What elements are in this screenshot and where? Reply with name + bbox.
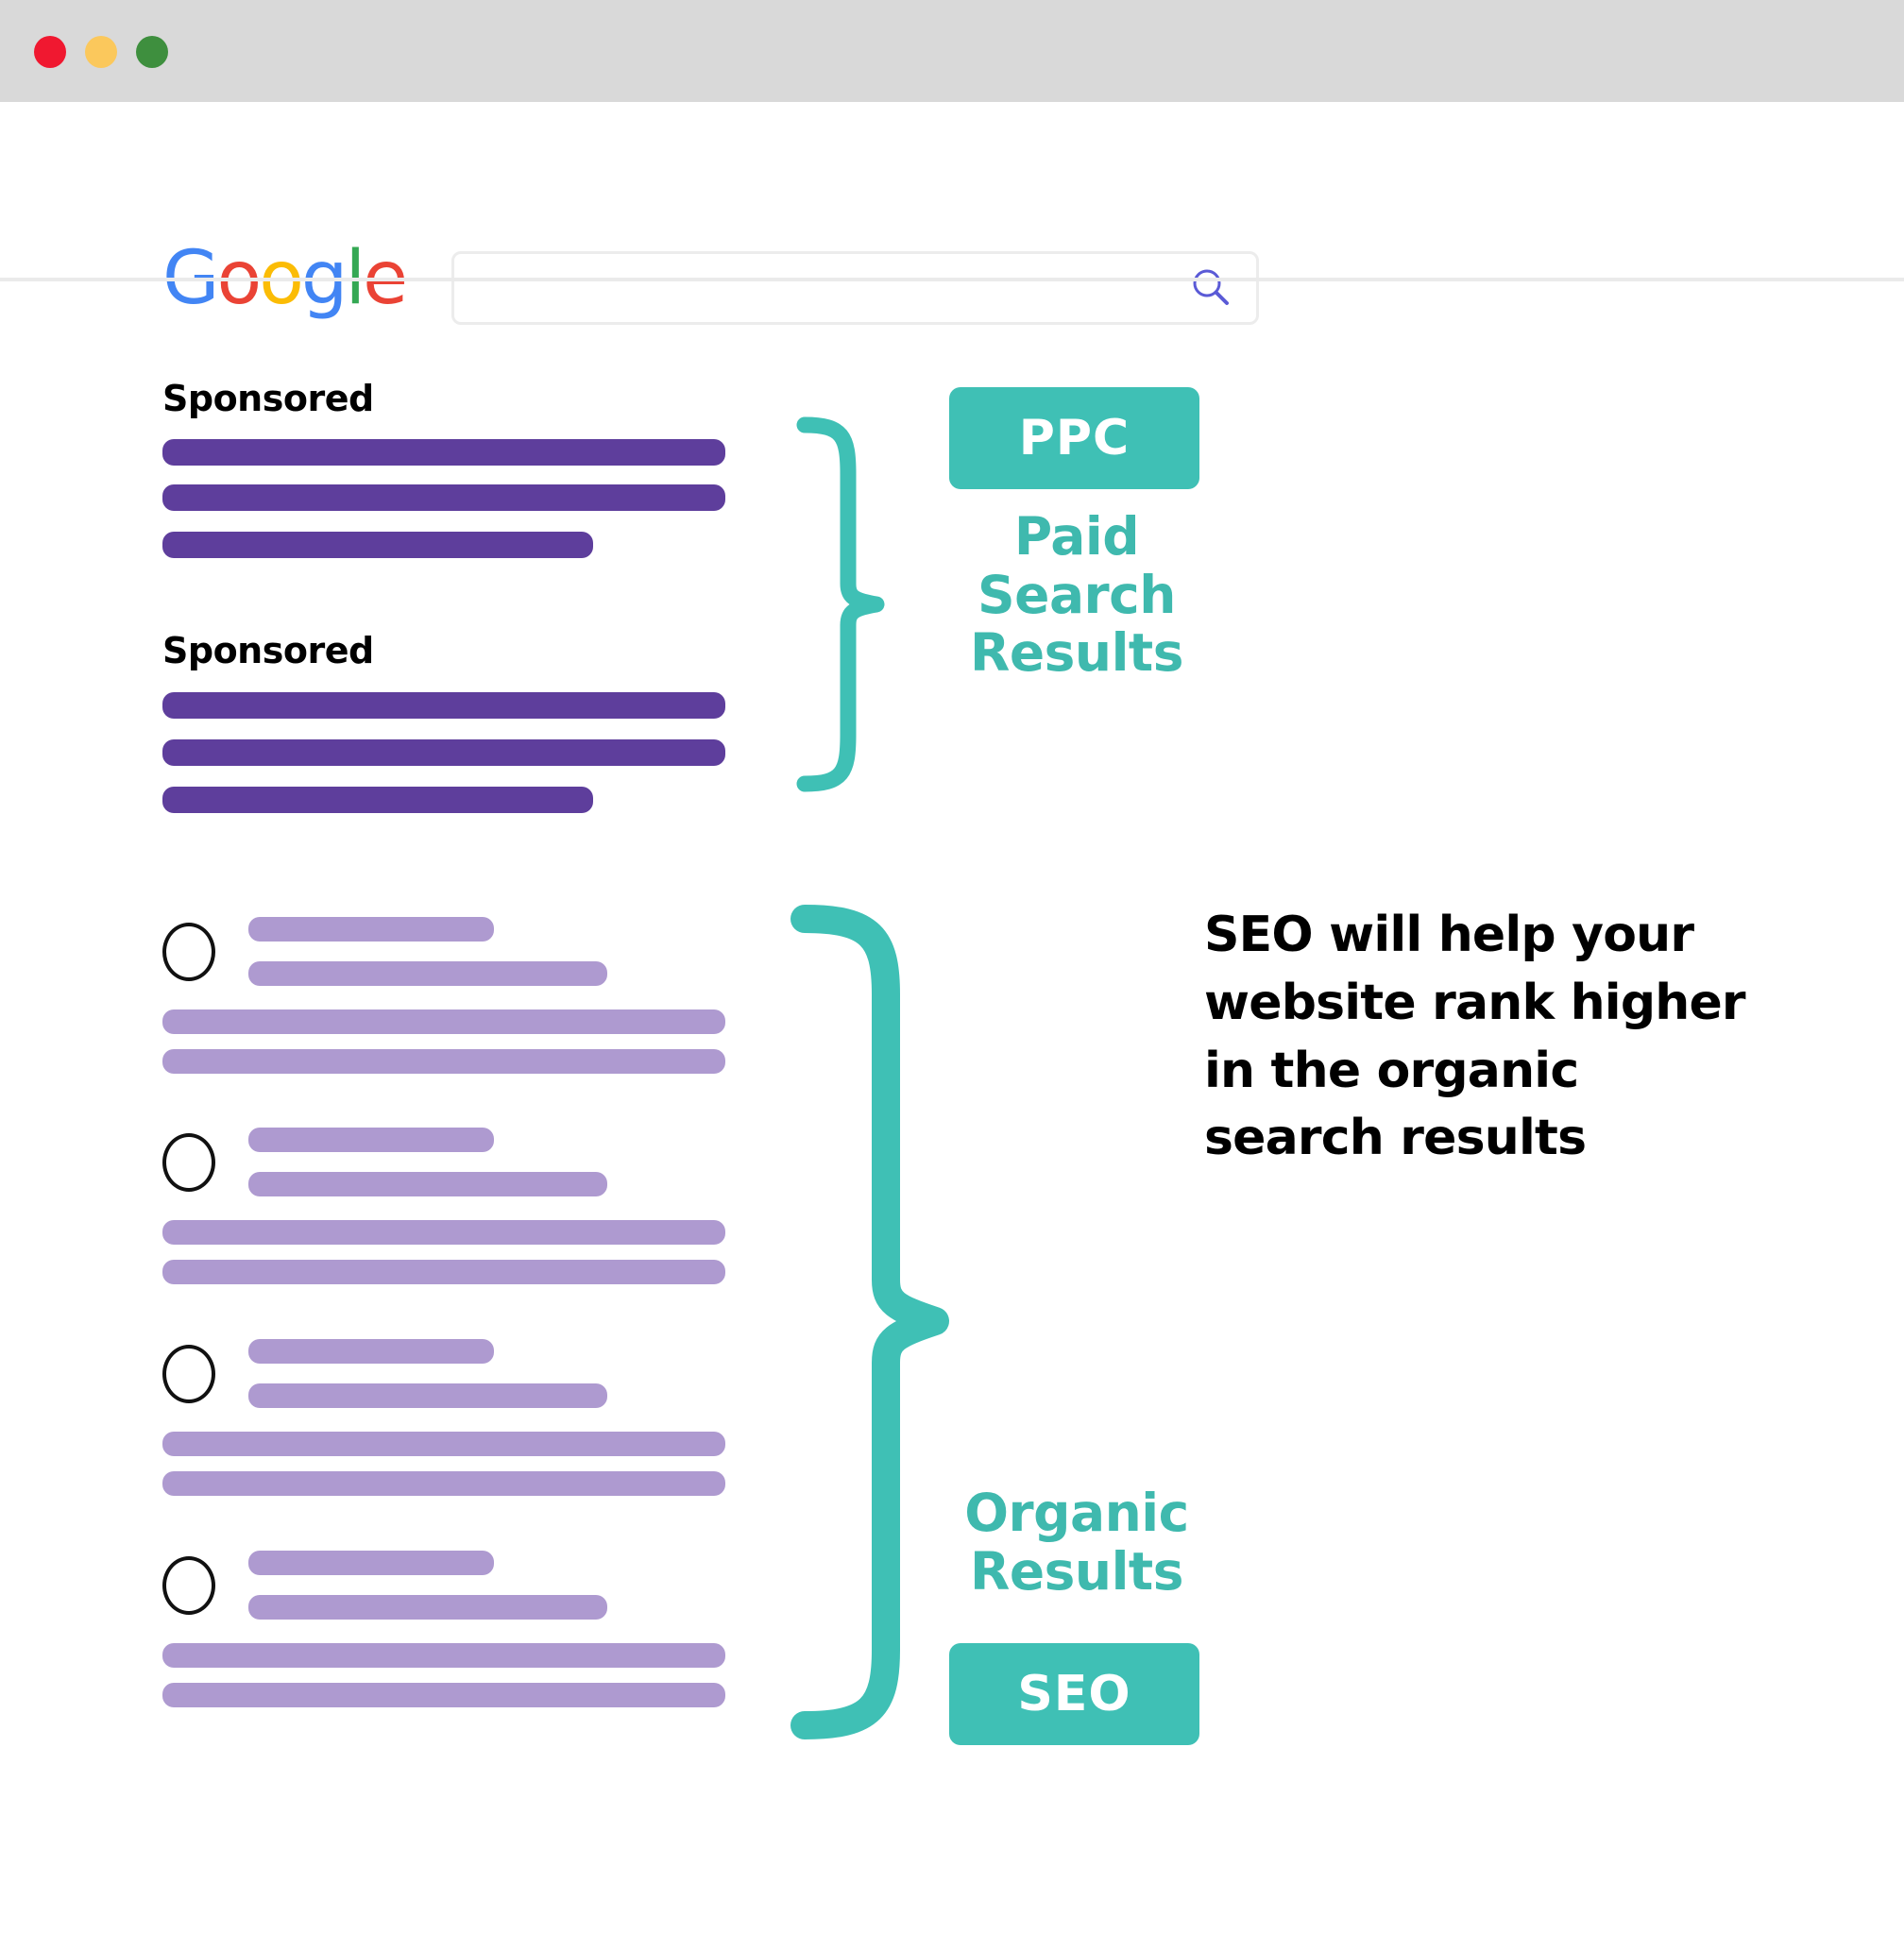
sponsored-result-bar xyxy=(162,439,725,466)
sponsored-result-bar xyxy=(162,532,593,558)
organic-result-body-bar xyxy=(162,1432,725,1456)
google-search-header: Google xyxy=(0,102,1904,325)
organic-result-favicon xyxy=(162,1556,215,1615)
seo-annotation-text: SEO will help your website rank higher i… xyxy=(1204,907,1746,1167)
sponsored-result-bar xyxy=(162,787,593,813)
browser-window: Google Sponsored Sponsored PPC Paid Sear… xyxy=(0,0,1904,1934)
organic-result-body-bar xyxy=(162,1009,725,1034)
paid-caption-line-3: Results xyxy=(970,622,1183,684)
organic-result-title-bar xyxy=(248,1551,494,1575)
organic-brace xyxy=(790,905,949,1739)
organic-result-title-bar xyxy=(248,917,494,942)
close-window-button[interactable] xyxy=(34,36,66,68)
search-box[interactable] xyxy=(451,251,1259,325)
ppc-brace xyxy=(796,416,885,792)
search-icon[interactable] xyxy=(1190,267,1232,309)
paid-caption-line-1: Paid xyxy=(1013,506,1140,567)
organic-result-body-bar xyxy=(162,1260,725,1284)
search-input[interactable] xyxy=(475,254,1174,322)
sponsored-result-bar xyxy=(162,692,725,719)
maximize-window-button[interactable] xyxy=(136,36,168,68)
organic-result-body-bar xyxy=(162,1471,725,1496)
seo-badge-label: SEO xyxy=(1017,1666,1131,1722)
header-divider xyxy=(0,278,1904,281)
organic-result-url-bar xyxy=(248,1595,607,1620)
organic-result-favicon xyxy=(162,1133,215,1192)
organic-result-title-bar xyxy=(248,1339,494,1364)
organic-result-favicon xyxy=(162,923,215,981)
organic-result-body-bar xyxy=(162,1643,725,1668)
organic-result-favicon xyxy=(162,1345,215,1403)
organic-result-body-bar xyxy=(162,1049,725,1074)
sponsored-result-bar xyxy=(162,484,725,511)
organic-result-body-bar xyxy=(162,1220,725,1245)
seo-badge[interactable]: SEO xyxy=(949,1643,1199,1745)
organic-caption-line-2: Results xyxy=(970,1540,1183,1602)
organic-caption-line-1: Organic xyxy=(964,1483,1189,1543)
organic-result-url-bar xyxy=(248,1383,607,1408)
window-titlebar xyxy=(0,0,1904,102)
organic-result-url-bar xyxy=(248,961,607,986)
minimize-window-button[interactable] xyxy=(85,36,117,68)
paid-search-results-caption: Paid Search Results xyxy=(944,506,1209,684)
organic-result-url-bar xyxy=(248,1172,607,1196)
sponsored-label: Sponsored xyxy=(162,378,374,419)
sponsored-result-bar xyxy=(162,739,725,766)
paid-caption-line-2: Search xyxy=(978,564,1176,625)
sponsored-label: Sponsored xyxy=(162,630,374,671)
organic-results-caption: Organic Results xyxy=(944,1484,1209,1601)
ppc-badge[interactable]: PPC xyxy=(949,387,1199,489)
ppc-badge-label: PPC xyxy=(1018,410,1130,467)
organic-result-title-bar xyxy=(248,1128,494,1152)
organic-result-body-bar xyxy=(162,1683,725,1707)
